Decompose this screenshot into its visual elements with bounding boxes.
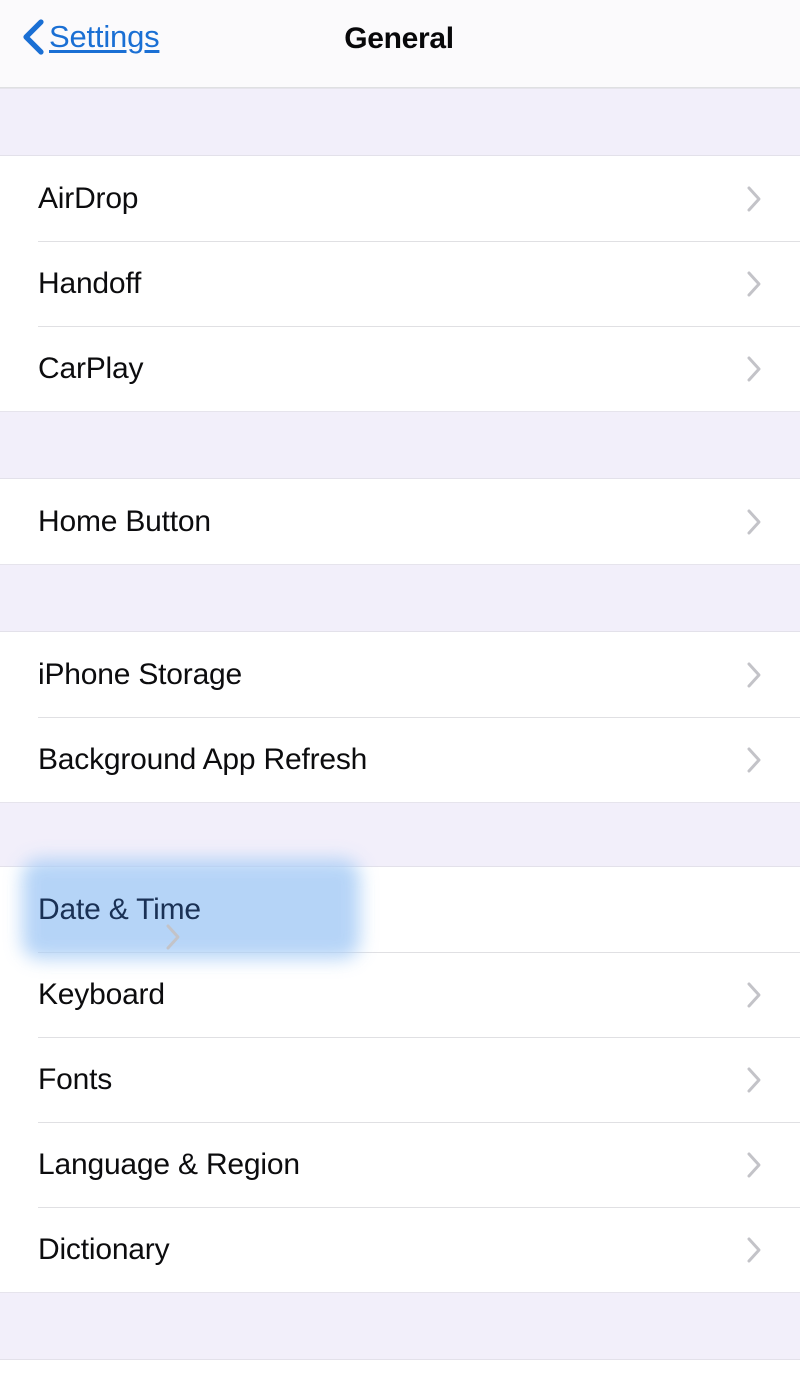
section-gap-home-button — [0, 411, 800, 479]
list-item-label: Background App Refresh — [38, 742, 368, 776]
section-gap-localization — [0, 802, 800, 867]
section-localization: Date & Time Keyboard Fonts Language & Regio… — [0, 859, 800, 1292]
section-home-button: Home Button — [0, 479, 800, 564]
chevron-right-icon — [747, 1237, 761, 1262]
navigation-bar: Settings General — [0, 0, 800, 90]
list-item[interactable]: Keyboard — [0, 952, 800, 1037]
chevron-right-icon — [747, 662, 761, 687]
section-gap-storage — [0, 564, 800, 632]
chevron-right-icon — [747, 982, 761, 1007]
chevron-right-icon — [747, 1152, 761, 1177]
settings-list[interactable]: AirDrop Handoff CarPlay Home Button iPhone S… — [0, 88, 800, 1360]
list-item[interactable]: Background App Refresh — [0, 717, 800, 802]
section-sharing: AirDrop Handoff CarPlay — [0, 156, 800, 411]
chevron-right-icon — [747, 747, 761, 772]
section-gap-footer — [0, 1292, 800, 1360]
list-item[interactable]: AirDrop — [0, 156, 800, 241]
list-item[interactable]: iPhone Storage — [0, 632, 800, 717]
list-item[interactable]: Language & Region — [0, 1122, 800, 1207]
list-item-label: Home Button — [38, 504, 211, 538]
chevron-right-icon — [166, 924, 180, 950]
chevron-right-icon — [747, 186, 761, 211]
list-item[interactable]: Fonts — [0, 1037, 800, 1122]
list-item[interactable]: Handoff — [0, 241, 800, 326]
list-item[interactable]: Dictionary — [0, 1207, 800, 1292]
list-item-label: Language & Region — [38, 1147, 300, 1181]
chevron-right-icon — [747, 509, 761, 534]
list-item-label: Handoff — [38, 266, 142, 300]
list-item-label: Keyboard — [38, 977, 165, 1011]
list-item[interactable]: Home Button — [0, 479, 800, 564]
chevron-right-icon — [747, 356, 761, 381]
list-item[interactable]: Date & Time — [0, 859, 800, 959]
chevron-right-icon — [747, 1067, 761, 1092]
settings-general-screen: Settings General AirDrop Handoff CarPlay Ho… — [0, 0, 800, 1383]
section-storage: iPhone Storage Background App Refresh — [0, 632, 800, 802]
list-item-label: Dictionary — [38, 1232, 170, 1266]
list-item[interactable]: CarPlay — [0, 326, 800, 411]
list-item-label: iPhone Storage — [38, 657, 243, 691]
list-item-label: Fonts — [38, 1062, 113, 1096]
list-item-label: AirDrop — [38, 181, 139, 215]
section-gap-sharing — [0, 88, 800, 156]
page-title: General — [344, 22, 454, 55]
chevron-right-icon — [747, 271, 761, 296]
list-item-label: CarPlay — [38, 351, 144, 385]
